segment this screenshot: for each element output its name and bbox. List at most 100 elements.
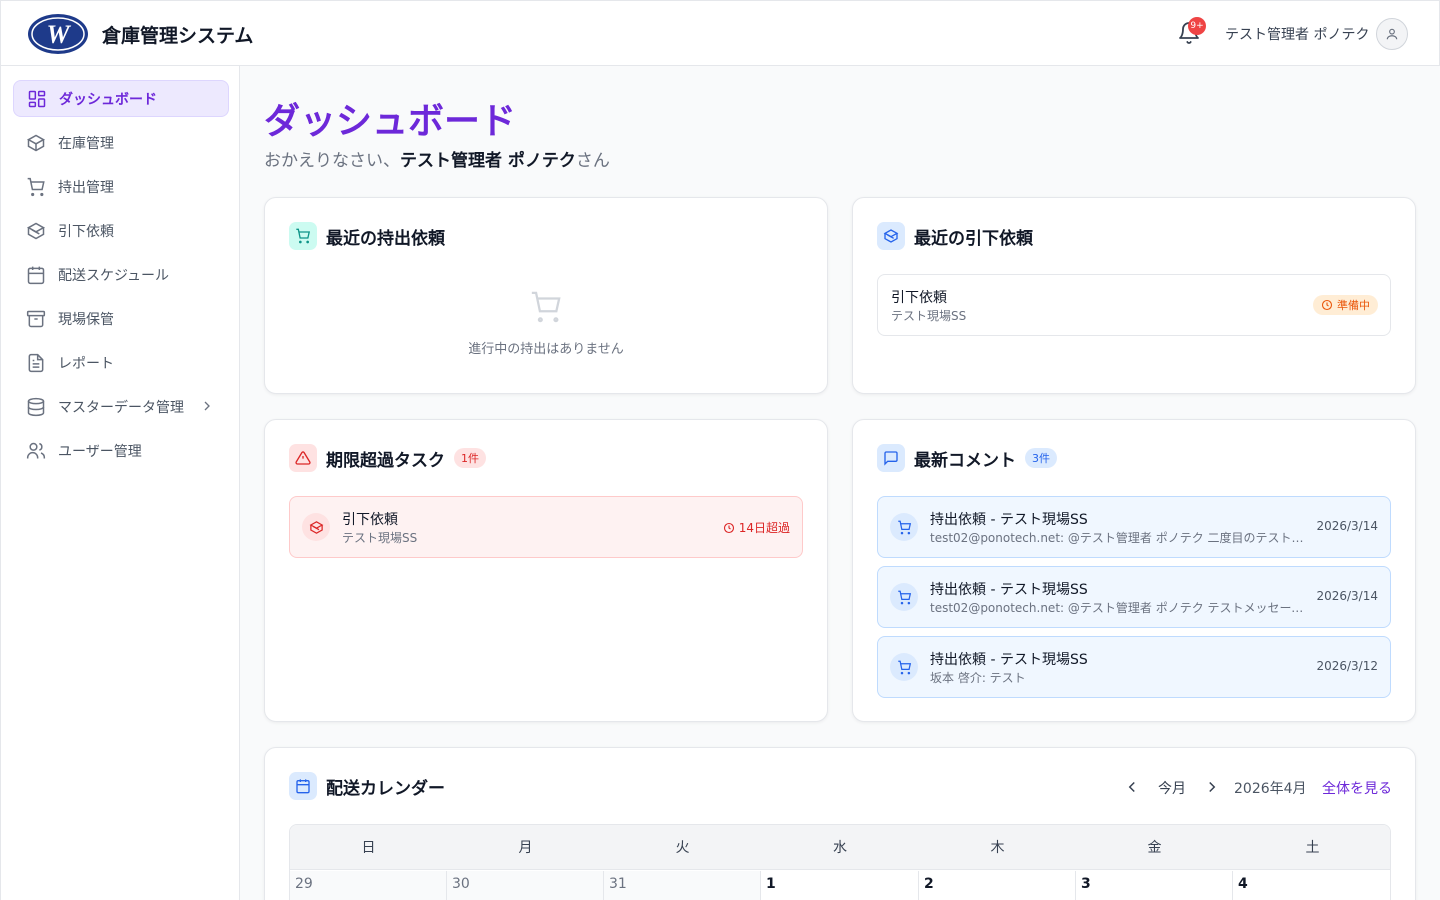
overdue-text: 14日超過 bbox=[738, 521, 790, 535]
recent-checkout-card: 最近の持出依頼 進行中の持出はありません bbox=[264, 197, 828, 394]
welcome-user-name: テスト管理者 ポノテク bbox=[400, 151, 576, 171]
comment-text: test02@ponotech.net: @テスト管理者 ポノテク 二度目のテス… bbox=[930, 531, 1308, 545]
comment-item[interactable]: 持出依頼 - テスト現場SS 坂本 啓介: テスト 2026/3/12 bbox=[877, 636, 1391, 698]
today-button[interactable]: 今月 bbox=[1158, 778, 1186, 798]
box-return-icon bbox=[302, 513, 330, 541]
sidebar-item-label: ダッシュボード bbox=[59, 91, 157, 108]
comment-item[interactable]: 持出依頼 - テスト現場SS test02@ponotech.net: @テスト… bbox=[877, 496, 1391, 558]
item-subtitle: テスト現場SS bbox=[342, 531, 418, 545]
sidebar-item-label: マスターデータ管理 bbox=[58, 399, 184, 416]
dashboard-icon bbox=[28, 90, 46, 107]
comment-date: 2026/3/14 bbox=[1316, 519, 1378, 533]
sidebar-item-label: ユーザー管理 bbox=[58, 443, 142, 460]
chevron-right-icon[interactable] bbox=[1203, 778, 1221, 796]
latest-comments-card: 最新コメント 3件 持出依頼 - テスト現場SS test02@ponotech… bbox=[852, 419, 1416, 722]
day-number: 29 bbox=[295, 876, 313, 892]
sidebar-item-inventory[interactable]: 在庫管理 bbox=[13, 124, 229, 161]
day-number: 30 bbox=[452, 876, 470, 892]
card-title: 期限超過タスク bbox=[326, 450, 445, 471]
chevron-left-icon[interactable] bbox=[1123, 778, 1141, 796]
cart-icon bbox=[289, 222, 317, 250]
sidebar-item-checkout[interactable]: 持出管理 bbox=[13, 168, 229, 205]
user-avatar[interactable] bbox=[1376, 18, 1408, 50]
cart-icon bbox=[27, 177, 45, 196]
sidebar-item-reports[interactable]: レポート bbox=[13, 344, 229, 381]
report-icon bbox=[28, 353, 44, 372]
day-number: 4 bbox=[1238, 876, 1248, 892]
comment-title: 持出依頼 - テスト現場SS bbox=[930, 652, 1088, 668]
overdue-tasks-card: 期限超過タスク 1件 引下依頼 テスト現場SS 14日超過 bbox=[264, 419, 828, 722]
sidebar-item-master-data[interactable]: マスターデータ管理 bbox=[13, 388, 229, 425]
sidebar-item-label: レポート bbox=[58, 355, 114, 372]
weekday-header: 土 bbox=[1233, 825, 1390, 870]
comment-date: 2026/3/14 bbox=[1316, 589, 1378, 603]
app-header: W 倉庫管理システム 9+ テスト管理者 ポノテク bbox=[0, 0, 1440, 66]
company-logo[interactable]: W bbox=[27, 13, 89, 55]
calendar-icon bbox=[289, 772, 317, 800]
users-icon bbox=[26, 442, 46, 458]
sidebar-item-label: 現場保管 bbox=[58, 311, 114, 328]
sidebar-item-label: 引下依頼 bbox=[58, 223, 114, 240]
card-title: 最新コメント bbox=[914, 450, 1016, 471]
calendar-day[interactable]: 3 bbox=[1076, 871, 1233, 900]
calendar-icon bbox=[27, 266, 45, 284]
count-badge: 3件 bbox=[1025, 448, 1057, 468]
view-all-link[interactable]: 全体を見る bbox=[1322, 778, 1392, 798]
comment-title: 持出依頼 - テスト現場SS bbox=[930, 512, 1088, 528]
clock-icon bbox=[1321, 299, 1333, 311]
sidebar-item-user-management[interactable]: ユーザー管理 bbox=[13, 432, 229, 469]
calendar-day[interactable]: 2 bbox=[919, 871, 1076, 900]
calendar-day[interactable]: 29 bbox=[290, 871, 447, 900]
user-name[interactable]: テスト管理者 ポノテク bbox=[1225, 24, 1369, 44]
database-icon bbox=[27, 397, 45, 416]
day-number: 31 bbox=[609, 876, 627, 892]
delivery-calendar-card: 配送カレンダー 今月 2026年4月 全体を見る 日 月 火 水 木 金 土 2… bbox=[264, 747, 1416, 900]
comment-title: 持出依頼 - テスト現場SS bbox=[930, 582, 1088, 598]
weekday-header: 火 bbox=[604, 825, 761, 870]
item-subtitle: テスト現場SS bbox=[891, 309, 967, 323]
chevron-right-icon bbox=[204, 401, 210, 411]
sidebar-item-label: 配送スケジュール bbox=[58, 267, 170, 284]
card-title: 最近の引下依頼 bbox=[914, 228, 1033, 249]
day-number: 2 bbox=[924, 876, 934, 892]
item-title: 引下依頼 bbox=[891, 290, 947, 306]
app-title: 倉庫管理システム bbox=[102, 25, 254, 47]
empty-state: 進行中の持出はありません bbox=[265, 290, 827, 357]
overdue-label: 14日超過 bbox=[723, 519, 790, 536]
warning-icon bbox=[289, 444, 317, 472]
comment-icon bbox=[877, 444, 905, 472]
cart-icon bbox=[890, 513, 918, 541]
welcome-message: おかえりなさい、テスト管理者 ポノテクさん bbox=[264, 146, 610, 171]
comment-text: test02@ponotech.net: @テスト管理者 ポノテク テストメッセ… bbox=[930, 601, 1308, 615]
comment-date: 2026/3/12 bbox=[1316, 659, 1378, 673]
sidebar-item-dashboard[interactable]: ダッシュボード bbox=[13, 80, 229, 117]
calendar-day[interactable]: 1 bbox=[761, 871, 919, 900]
month-label: 2026年4月 bbox=[1234, 781, 1307, 797]
empty-state-text: 進行中の持出はありません bbox=[468, 342, 624, 357]
weekday-header: 金 bbox=[1076, 825, 1233, 870]
cart-icon bbox=[890, 653, 918, 681]
sidebar: ダッシュボード 在庫管理 持出管理 引下依頼 配送スケジュール 現場保管 レポー… bbox=[0, 66, 240, 900]
weekday-header: 日 bbox=[290, 825, 447, 870]
weekday-header: 月 bbox=[447, 825, 604, 870]
notification-count-badge: 9+ bbox=[1188, 17, 1206, 35]
day-number: 3 bbox=[1081, 876, 1091, 892]
empty-cart-icon bbox=[531, 291, 561, 323]
svg-text:W: W bbox=[46, 20, 71, 49]
sidebar-item-site-storage[interactable]: 現場保管 bbox=[13, 300, 229, 337]
list-item[interactable]: 引下依頼 テスト現場SS 準備中 bbox=[877, 274, 1391, 336]
calendar-day[interactable]: 4 bbox=[1233, 871, 1390, 900]
calendar-grid: 日 月 火 水 木 金 土 29 30 31 1 2 3 4 bbox=[289, 824, 1391, 900]
list-item[interactable]: 引下依頼 テスト現場SS 14日超過 bbox=[289, 496, 803, 558]
recent-return-card: 最近の引下依頼 引下依頼 テスト現場SS 準備中 bbox=[852, 197, 1416, 394]
sidebar-item-label: 持出管理 bbox=[58, 179, 114, 196]
clock-icon bbox=[723, 522, 734, 533]
status-badge: 準備中 bbox=[1313, 295, 1378, 315]
sidebar-item-return-request[interactable]: 引下依頼 bbox=[13, 212, 229, 249]
welcome-prefix: おかえりなさい、 bbox=[264, 151, 400, 171]
box-icon bbox=[26, 134, 46, 151]
sidebar-item-delivery-schedule[interactable]: 配送スケジュール bbox=[13, 256, 229, 293]
calendar-day[interactable]: 31 bbox=[604, 871, 761, 900]
calendar-day[interactable]: 30 bbox=[447, 871, 604, 900]
comment-item[interactable]: 持出依頼 - テスト現場SS test02@ponotech.net: @テスト… bbox=[877, 566, 1391, 628]
